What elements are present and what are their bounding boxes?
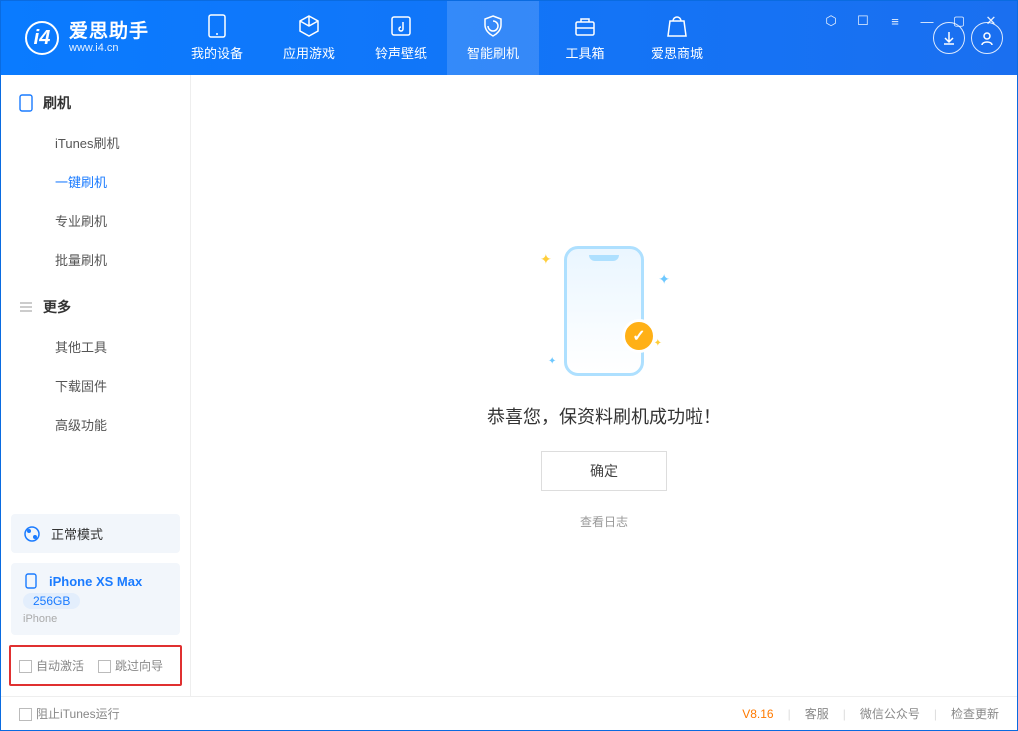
sidebar-item-itunes-flash[interactable]: iTunes刷机 [1, 123, 190, 162]
sidebar: 刷机 iTunes刷机 一键刷机 专业刷机 批量刷机 更多 其他工具 下载固件 … [1, 75, 191, 696]
section-flash-header: 刷机 [1, 75, 190, 123]
bag-icon [665, 14, 689, 38]
minimize-icon[interactable]: — [916, 10, 938, 32]
shield-icon [481, 14, 505, 38]
device-type: iPhone [23, 613, 57, 625]
titlebar: ⬡ ☐ ≡ — ▢ ✕ i4 爱思助手 www.i4.cn 我的设备 应用游戏 [1, 1, 1017, 75]
sparkle-icon: ✦ [658, 271, 670, 288]
mode-card[interactable]: 正常模式 [11, 514, 180, 553]
tab-apps-games[interactable]: 应用游戏 [263, 1, 355, 75]
tab-label: 我的设备 [191, 43, 243, 62]
phone-graphic [564, 246, 644, 376]
section-more-header: 更多 [1, 279, 190, 327]
menu-icon[interactable]: ≡ [884, 10, 906, 32]
device-card[interactable]: iPhone XS Max 256GB iPhone [11, 563, 180, 635]
tab-label: 工具箱 [566, 43, 605, 62]
device-storage: 256GB [23, 593, 80, 609]
phone-icon [19, 94, 33, 112]
tab-my-device[interactable]: 我的设备 [171, 1, 263, 75]
feedback-icon[interactable]: ☐ [852, 10, 874, 32]
device-small-icon [23, 573, 39, 589]
sparkle-icon: ✦ [540, 251, 552, 268]
logo-icon: i4 [25, 21, 59, 55]
close-icon[interactable]: ✕ [980, 10, 1002, 32]
sidebar-item-batch-flash[interactable]: 批量刷机 [1, 240, 190, 279]
tab-label: 智能刷机 [467, 43, 519, 62]
view-log-link[interactable]: 查看日志 [580, 513, 628, 530]
sidebar-item-advanced[interactable]: 高级功能 [1, 405, 190, 444]
mode-icon [23, 525, 41, 543]
cube-icon [297, 14, 321, 38]
version-label: V8.16 [742, 707, 773, 721]
app-name: 爱思助手 [69, 22, 149, 43]
nav-tabs: 我的设备 应用游戏 铃声壁纸 智能刷机 工具箱 爱思商城 [171, 1, 723, 75]
tab-ringtones[interactable]: 铃声壁纸 [355, 1, 447, 75]
checkbox-auto-activate[interactable]: 自动激活 [19, 657, 84, 674]
options-box: 自动激活 跳过向导 [9, 645, 182, 686]
toolbox-icon [573, 14, 597, 38]
success-message: 恭喜您，保资料刷机成功啦！ [487, 403, 721, 429]
section-title: 更多 [43, 297, 71, 317]
mode-label: 正常模式 [51, 524, 103, 543]
tshirt-icon[interactable]: ⬡ [820, 10, 842, 32]
success-illustration: ✦ ✦ ✦ ✦ ✓ [544, 241, 664, 381]
maximize-icon[interactable]: ▢ [948, 10, 970, 32]
tab-store[interactable]: 爱思商城 [631, 1, 723, 75]
link-support[interactable]: 客服 [805, 705, 829, 722]
tab-smart-flash[interactable]: 智能刷机 [447, 1, 539, 75]
statusbar: 阻止iTunes运行 V8.16 | 客服 | 微信公众号 | 检查更新 [1, 696, 1017, 730]
music-icon [389, 14, 413, 38]
sparkle-icon: ✦ [548, 356, 556, 367]
link-check-update[interactable]: 检查更新 [951, 705, 999, 722]
device-name: iPhone XS Max [49, 574, 142, 589]
app-logo: i4 爱思助手 www.i4.cn [1, 21, 163, 55]
checkmark-badge-icon: ✓ [622, 319, 656, 353]
app-url: www.i4.cn [69, 42, 149, 54]
section-title: 刷机 [43, 93, 71, 113]
sidebar-item-onekey-flash[interactable]: 一键刷机 [1, 162, 190, 201]
ok-button[interactable]: 确定 [541, 451, 667, 491]
sidebar-item-pro-flash[interactable]: 专业刷机 [1, 201, 190, 240]
checkbox-block-itunes[interactable]: 阻止iTunes运行 [19, 705, 120, 722]
sidebar-item-other-tools[interactable]: 其他工具 [1, 327, 190, 366]
device-icon [205, 14, 229, 38]
tab-label: 爱思商城 [651, 43, 703, 62]
list-icon [19, 300, 33, 314]
link-wechat[interactable]: 微信公众号 [860, 705, 920, 722]
checkbox-skip-wizard[interactable]: 跳过向导 [98, 657, 163, 674]
sidebar-item-download-firmware[interactable]: 下载固件 [1, 366, 190, 405]
tab-label: 铃声壁纸 [375, 43, 427, 62]
main-content: ✦ ✦ ✦ ✦ ✓ 恭喜您，保资料刷机成功啦！ 确定 查看日志 [191, 75, 1017, 696]
tab-toolbox[interactable]: 工具箱 [539, 1, 631, 75]
tab-label: 应用游戏 [283, 43, 335, 62]
